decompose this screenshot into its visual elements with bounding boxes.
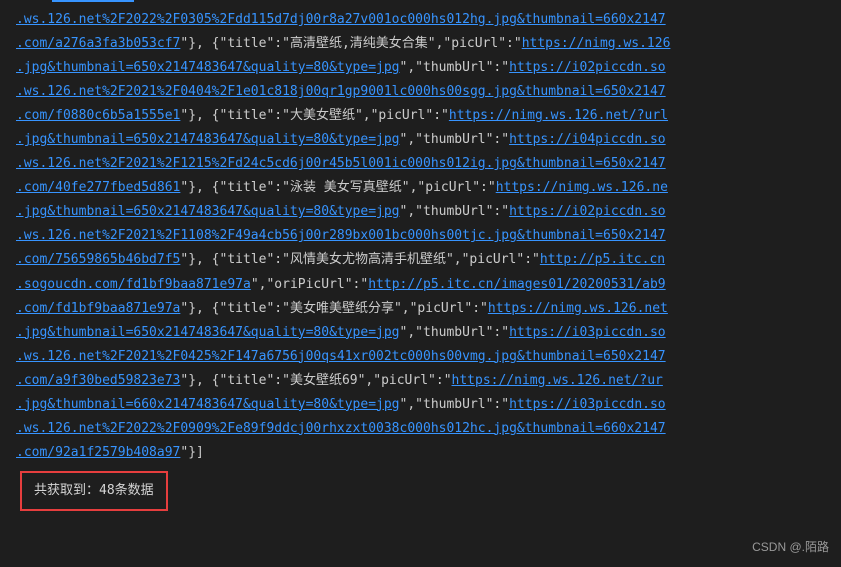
console-line: .jpg&thumbnail=650x2147483647&quality=80… [16,56,825,80]
json-text: ","thumbUrl":" [400,60,510,75]
json-text: ","thumbUrl":" [400,397,510,412]
url-link[interactable]: .ws.126.net%2F2021%2F0425%2F147a6756j00q… [16,349,666,364]
url-link[interactable]: .com/f0880c6b5a1555e1 [16,108,180,123]
url-link[interactable]: http://p5.itc.cn [540,252,665,267]
console-line: .ws.126.net%2F2021%2F1108%2F49a4cb56j00r… [16,224,825,248]
url-link[interactable]: .jpg&thumbnail=650x2147483647&quality=80… [16,325,400,340]
url-link[interactable]: https://nimg.ws.126.net/?ur [452,373,663,388]
json-text: ","oriPicUrl":" [251,277,368,292]
url-link[interactable]: .com/92a1f2579b408a97 [16,445,180,460]
url-link[interactable]: .jpg&thumbnail=660x2147483647&quality=80… [16,397,400,412]
json-text: ","thumbUrl":" [400,325,510,340]
url-link[interactable]: https://nimg.ws.126.net [488,301,668,316]
console-line: .jpg&thumbnail=650x2147483647&quality=80… [16,128,825,152]
json-text: ","thumbUrl":" [400,132,510,147]
console-line: .jpg&thumbnail=660x2147483647&quality=80… [16,393,825,417]
console-line: .com/75659865b46bd7f5"}, {"title":"风情美女尤… [16,248,825,272]
watermark: CSDN @.陌路 [752,538,829,555]
console-line: .com/40fe277fbed5d861"}, {"title":"泳装 美女… [16,176,825,200]
url-link[interactable]: https://nimg.ws.126.net/?url [449,108,668,123]
json-text: ","thumbUrl":" [400,204,510,219]
console-line: .ws.126.net%2F2022%2F0305%2Fdd115d7dj00r… [16,8,825,32]
json-text: "}, {"title":"风情美女尤物高清手机壁纸","picUrl":" [180,252,540,267]
url-link[interactable]: https://i04piccdn.so [509,132,666,147]
console-line: .ws.126.net%2F2021%2F1215%2Fd24c5cd6j00r… [16,152,825,176]
json-text: "}] [180,445,203,460]
console-line: .com/a276a3fa3b053cf7"}, {"title":"高清壁纸,… [16,32,825,56]
url-link[interactable]: https://nimg.ws.126 [522,36,671,51]
url-link[interactable]: .com/a276a3fa3b053cf7 [16,36,180,51]
url-link[interactable]: https://i02piccdn.so [509,60,666,75]
json-text: "}, {"title":"美女唯美壁纸分享","picUrl":" [180,301,488,316]
url-link[interactable]: .jpg&thumbnail=650x2147483647&quality=80… [16,132,400,147]
console-line: .com/fd1bf9baa871e97a"}, {"title":"美女唯美壁… [16,297,825,321]
url-link[interactable]: .jpg&thumbnail=650x2147483647&quality=80… [16,60,400,75]
console-line: .ws.126.net%2F2021%2F0425%2F147a6756j00q… [16,345,825,369]
console-line: .jpg&thumbnail=650x2147483647&quality=80… [16,200,825,224]
result-summary: 共获取到：48条数据 [20,471,168,511]
url-link[interactable]: .ws.126.net%2F2022%2F0909%2Fe89f9ddcj00r… [16,421,666,436]
url-link[interactable]: https://nimg.ws.126.ne [496,180,668,195]
url-link[interactable]: .ws.126.net%2F2021%2F0404%2F1e01c818j00q… [16,84,666,99]
url-link[interactable]: .com/a9f30bed59823e73 [16,373,180,388]
url-link[interactable]: .ws.126.net%2F2021%2F1108%2F49a4cb56j00r… [16,228,666,243]
console-output: .ws.126.net%2F2022%2F0305%2Fdd115d7dj00r… [0,0,841,519]
url-link[interactable]: .ws.126.net%2F2022%2F0305%2Fdd115d7dj00r… [16,12,666,27]
console-line: .jpg&thumbnail=650x2147483647&quality=80… [16,321,825,345]
url-link[interactable]: .com/40fe277fbed5d861 [16,180,180,195]
url-link[interactable]: .ws.126.net%2F2021%2F1215%2Fd24c5cd6j00r… [16,156,666,171]
json-text: "}, {"title":"高清壁纸,清纯美女合集","picUrl":" [180,36,521,51]
url-link[interactable]: https://i03piccdn.so [509,397,666,412]
url-link[interactable]: .jpg&thumbnail=650x2147483647&quality=80… [16,204,400,219]
json-text: "}, {"title":"大美女壁纸","picUrl":" [180,108,449,123]
url-link[interactable]: .com/fd1bf9baa871e97a [16,301,180,316]
console-line: .com/f0880c6b5a1555e1"}, {"title":"大美女壁纸… [16,104,825,128]
console-line: .ws.126.net%2F2021%2F0404%2F1e01c818j00q… [16,80,825,104]
url-link[interactable]: https://i03piccdn.so [509,325,666,340]
json-text: "}, {"title":"泳装 美女写真壁纸","picUrl":" [180,180,495,195]
console-line: .com/a9f30bed59823e73"}, {"title":"美女壁纸6… [16,369,825,393]
url-link[interactable]: .sogoucdn.com/fd1bf9baa871e97a [16,277,251,292]
console-line: .com/92a1f2579b408a97"}] [16,441,825,465]
json-text: "}, {"title":"美女壁纸69","picUrl":" [180,373,451,388]
console-line: .sogoucdn.com/fd1bf9baa871e97a","oriPicU… [16,273,825,297]
active-tab-indicator [52,0,134,2]
url-link[interactable]: http://p5.itc.cn/images01/20200531/ab9 [368,277,665,292]
console-line: .ws.126.net%2F2022%2F0909%2Fe89f9ddcj00r… [16,417,825,441]
url-link[interactable]: https://i02piccdn.so [509,204,666,219]
url-link[interactable]: .com/75659865b46bd7f5 [16,252,180,267]
